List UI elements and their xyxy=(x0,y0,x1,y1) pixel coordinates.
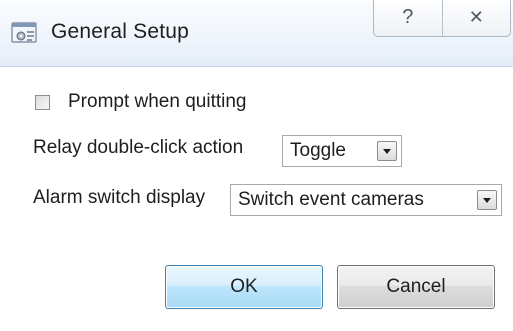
ok-button-label: OK xyxy=(230,276,258,297)
help-button[interactable]: ? xyxy=(374,0,442,36)
general-setup-dialog: General Setup ? ✕ Prompt when quitting R… xyxy=(0,0,513,331)
cancel-button[interactable]: Cancel xyxy=(337,265,495,309)
window-title: General Setup xyxy=(51,20,190,43)
dialog-body: Prompt when quitting Relay double-click … xyxy=(0,67,513,331)
close-icon: ✕ xyxy=(468,6,484,27)
ok-button[interactable]: OK xyxy=(165,265,323,309)
prompt-quit-option[interactable]: Prompt when quitting xyxy=(35,91,247,113)
relay-action-select[interactable]: Toggle xyxy=(282,135,402,167)
relay-action-value: Toggle xyxy=(290,140,346,161)
caption-buttons: ? ✕ xyxy=(373,0,511,37)
chevron-down-icon[interactable] xyxy=(477,190,497,210)
title-bar[interactable]: General Setup ? ✕ xyxy=(0,0,513,67)
settings-window-icon xyxy=(11,22,37,43)
prompt-quit-checkbox[interactable] xyxy=(35,94,50,110)
alarm-display-label-row: Alarm switch display xyxy=(33,187,205,209)
relay-action-label: Relay double-click action xyxy=(33,137,244,158)
help-icon: ? xyxy=(402,5,414,28)
cancel-button-label: Cancel xyxy=(386,276,446,297)
alarm-display-value: Switch event cameras xyxy=(238,189,424,210)
alarm-display-select[interactable]: Switch event cameras xyxy=(230,184,502,216)
prompt-quit-label: Prompt when quitting xyxy=(68,91,247,112)
close-button[interactable]: ✕ xyxy=(441,0,511,36)
alarm-display-label: Alarm switch display xyxy=(33,187,206,208)
relay-action-label-row: Relay double-click action xyxy=(33,137,243,159)
chevron-down-icon[interactable] xyxy=(377,141,397,161)
